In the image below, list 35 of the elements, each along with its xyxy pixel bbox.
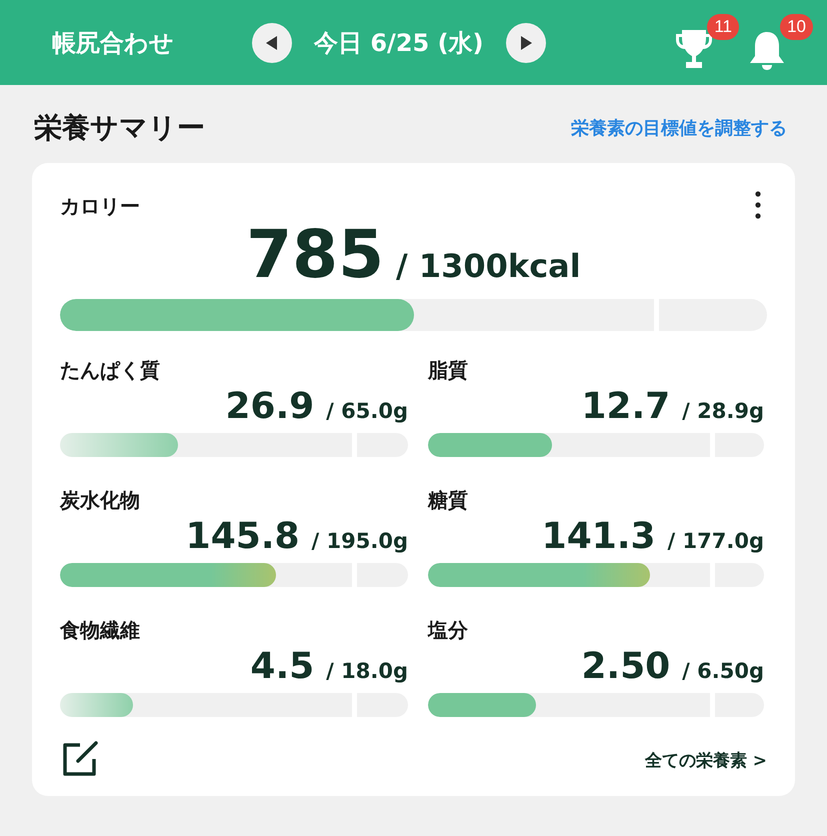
nutrient-target: / 177.0g bbox=[668, 529, 764, 553]
nutrient-target: / 195.0g bbox=[312, 529, 408, 553]
nutrient-label: 塩分 bbox=[428, 617, 469, 644]
nutrient-target: / 18.0g bbox=[326, 659, 408, 683]
nutrient-value: 145.8 bbox=[186, 516, 300, 557]
nutrient-value: 26.9 bbox=[225, 386, 314, 427]
calorie-label: カロリー bbox=[60, 193, 140, 220]
left-triangle-icon bbox=[265, 34, 279, 50]
section-title: 栄養サマリー bbox=[34, 110, 205, 146]
nutrient-value: 12.7 bbox=[581, 386, 670, 427]
notification-badge: 10 bbox=[780, 14, 813, 40]
previous-day-button[interactable] bbox=[252, 22, 292, 62]
date-label: 今日 6/25 (水) bbox=[314, 28, 484, 58]
app-title: 帳尻合わせ bbox=[52, 28, 175, 58]
nutrient-value: 4.5 bbox=[250, 646, 314, 687]
nutrient-value: 141.3 bbox=[542, 516, 656, 557]
adjust-targets-link[interactable]: 栄養素の目標値を調整する bbox=[571, 116, 787, 140]
next-day-button[interactable] bbox=[506, 22, 546, 62]
nutrient-target: / 65.0g bbox=[326, 399, 408, 423]
nutrient-value: 2.50 bbox=[581, 646, 670, 687]
notifications-button[interactable]: 10 bbox=[747, 14, 813, 72]
nutrient-label: 食物繊維 bbox=[60, 617, 141, 644]
nutrient-label: たんぱく質 bbox=[60, 357, 161, 384]
nutrient-target: / 6.50g bbox=[682, 659, 764, 683]
nutrient-label: 糖質 bbox=[428, 487, 469, 514]
trophy-button[interactable]: 11 bbox=[675, 14, 739, 72]
nutrient-label: 脂質 bbox=[428, 357, 469, 384]
more-vertical-icon bbox=[755, 191, 761, 219]
right-triangle-icon bbox=[518, 34, 533, 50]
nutrient-label: 炭水化物 bbox=[60, 487, 141, 514]
nutrient-target: / 28.9g bbox=[682, 399, 764, 423]
all-nutrients-link[interactable]: 全ての栄養素 > bbox=[644, 749, 767, 772]
calorie-target: / 1300kcal bbox=[396, 247, 581, 285]
notification-badge: 11 bbox=[707, 14, 739, 40]
calorie-value: 785 bbox=[246, 216, 384, 293]
